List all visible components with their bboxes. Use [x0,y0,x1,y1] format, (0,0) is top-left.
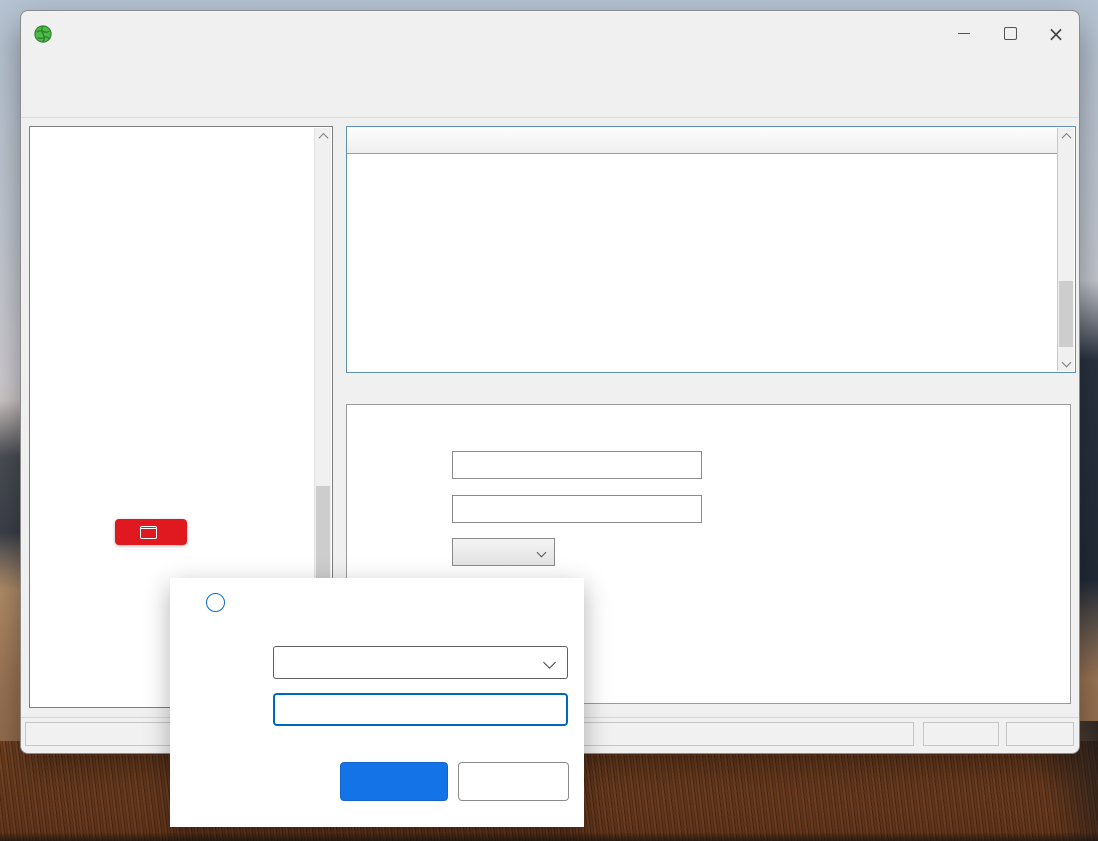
wallpaper-mountain-left [0,400,22,590]
detail-tab-strip [346,380,1076,405]
scroll-up-icon[interactable] [1058,128,1074,145]
amount-input[interactable] [452,495,702,523]
text-value-input[interactable] [275,700,558,719]
wallpaper-shade [0,833,1098,841]
grid-scrollbar[interactable] [1057,128,1074,371]
date-input[interactable] [452,451,702,479]
title-bar[interactable]: × [21,11,1079,56]
text-selector-badge [115,519,187,545]
text-value-field [273,693,568,726]
grid-scrollbar-thumb[interactable] [1059,281,1073,347]
chevron-down-icon [537,547,547,557]
window-controls: × [941,11,1079,56]
status-time-panel [1006,722,1074,746]
status-field-row [347,538,555,566]
app-logo-icon [34,25,52,43]
maximize-icon [1004,27,1017,40]
status-dropdown[interactable] [452,538,555,566]
menu-bar [21,56,1079,80]
invoices-grid-panel [346,126,1076,373]
toolbar [21,81,1079,118]
grid-header-row [347,127,1058,154]
chevron-down-icon [543,656,556,669]
amount-field-row [347,495,702,523]
info-icon[interactable] [206,593,225,612]
minimize-button[interactable] [941,11,987,56]
capture-button[interactable] [340,762,448,801]
window-frame-icon [140,526,157,539]
scroll-down-icon[interactable] [1058,354,1074,371]
maximize-button[interactable] [987,11,1033,56]
minimize-icon [958,33,970,34]
date-field-row [347,451,702,479]
scroll-up-icon[interactable] [315,128,331,145]
close-icon: × [1048,24,1065,44]
create-selector-dialog [170,578,584,827]
cancel-button[interactable] [458,762,569,801]
close-button[interactable]: × [1033,11,1079,56]
status-date-panel [923,722,999,746]
operator-dropdown[interactable] [273,646,568,679]
